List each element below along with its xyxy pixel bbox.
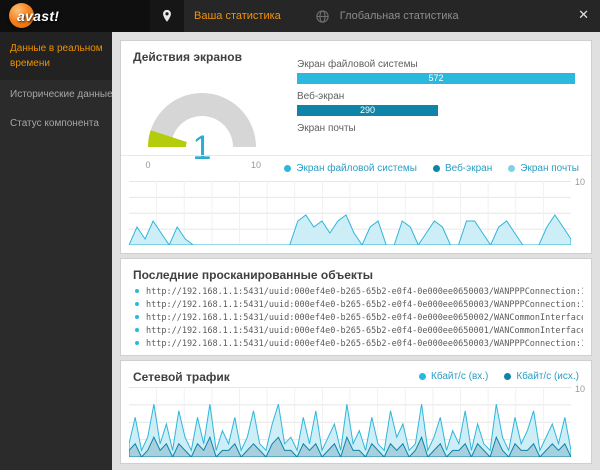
- scanned-object-item: http://192.168.1.1:5431/uuid:000ef4e0-b2…: [135, 312, 583, 325]
- screen-bars: Экран файловой системы 572 Веб-экран 290 Экр…: [297, 59, 575, 141]
- scanned-object-item: http://192.168.1.1:5431/uuid:000ef4e0-b2…: [135, 325, 583, 338]
- screen-bar-row: Экран почты: [297, 123, 575, 134]
- screen-bar-label: Веб-экран: [297, 91, 345, 102]
- screens-activity-chart: [129, 181, 571, 245]
- scanned-object-item: http://192.168.1.1:5431/uuid:000ef4e0-b2…: [135, 286, 583, 299]
- screens-chart-axis-max: 10: [574, 177, 585, 187]
- sidebar-item-component-status[interactable]: Статус компонента: [0, 109, 112, 138]
- screen-bar-row: Экран файловой системы 572: [297, 59, 575, 84]
- scanned-objects-list: http://192.168.1.1:5431/uuid:000ef4e0-b2…: [135, 286, 583, 351]
- sidebar: Данные в реальном времени Исторические д…: [0, 32, 113, 470]
- bullet-icon: [135, 328, 139, 332]
- legend-dot-icon: [419, 373, 426, 380]
- location-pin-icon: [150, 0, 184, 32]
- network-traffic-title: Сетевой трафик: [133, 370, 230, 384]
- title-bar: avast! Ваша статистика Глобальная статис…: [0, 0, 600, 32]
- tab-bar: Ваша статистика Глобальная статистика: [150, 0, 600, 32]
- traffic-chart-axis-max: 10: [574, 384, 585, 394]
- avast-logo-text: avast!: [17, 8, 60, 24]
- gauge-max-label: 10: [251, 160, 261, 170]
- card-divider: [121, 155, 591, 156]
- gauge-min-label: 0: [145, 160, 150, 170]
- network-traffic-card: Сетевой трафик Кбайт/с (вх.) Кбайт/с (исх…: [120, 360, 592, 464]
- scanned-object-url: http://192.168.1.1:5431/uuid:000ef4e0-b2…: [146, 300, 583, 310]
- legend-label: Веб-экран: [444, 163, 493, 174]
- main-content: Действия экранов 1 0 10 Экран файловой с…: [112, 32, 600, 470]
- legend-item: Веб-экран: [432, 163, 493, 174]
- sidebar-item-realtime-data[interactable]: Данные в реальном времени: [0, 32, 112, 80]
- tab-label: Ваша статистика: [194, 10, 281, 22]
- gauge-value: 1: [193, 129, 212, 167]
- screens-legend: Экран файловой системы Веб-экран Экран поч…: [284, 163, 579, 174]
- screen-bar: 290: [297, 105, 438, 116]
- legend-label: Кбайт/с (вх.): [431, 371, 489, 382]
- screen-bar-value: 290: [359, 105, 375, 115]
- screen-bar-value: 572: [428, 73, 444, 83]
- legend-item: Кбайт/с (исх.): [504, 371, 579, 382]
- legend-label: Экран почты: [520, 163, 579, 174]
- legend-dot-icon: [504, 373, 512, 380]
- legend-label: Экран файловой системы: [296, 163, 417, 174]
- legend-item: Экран файловой системы: [284, 163, 417, 174]
- scanned-object-item: http://192.168.1.1:5431/uuid:000ef4e0-b2…: [135, 338, 583, 351]
- screen-bar-label: Экран почты: [297, 123, 356, 134]
- bullet-icon: [135, 302, 139, 306]
- bullet-icon: [135, 289, 139, 293]
- avast-statistics-window: avast! Ваша статистика Глобальная статис…: [0, 0, 600, 470]
- screen-bar-label: Экран файловой системы: [297, 59, 418, 70]
- legend-dot-icon: [508, 165, 516, 172]
- legend-item: Экран почты: [508, 163, 579, 174]
- bullet-icon: [135, 341, 139, 345]
- scanned-object-url: http://192.168.1.1:5431/uuid:000ef4e0-b2…: [146, 287, 583, 297]
- scanned-object-url: http://192.168.1.1:5431/uuid:000ef4e0-b2…: [146, 326, 583, 336]
- bullet-icon: [135, 315, 139, 319]
- globe-icon: [315, 9, 330, 24]
- legend-dot-icon: [432, 165, 440, 172]
- traffic-legend: Кбайт/с (вх.) Кбайт/с (исх.): [419, 371, 579, 382]
- screen-bar-row: Веб-экран 290: [297, 91, 575, 116]
- sidebar-item-historical-data[interactable]: Исторические данные: [0, 80, 113, 109]
- scanned-objects-title: Последние просканированные объекты: [133, 268, 374, 282]
- screen-actions-card: Действия экранов 1 0 10 Экран файловой с…: [120, 40, 592, 254]
- screen-actions-title: Действия экранов: [133, 50, 242, 64]
- close-icon[interactable]: ✕: [578, 8, 589, 21]
- screen-bar: 572: [297, 73, 575, 84]
- scanned-objects-card: Последние просканированные объекты http:…: [120, 258, 592, 356]
- legend-label: Кбайт/с (исх.): [516, 371, 579, 382]
- scanned-object-url: http://192.168.1.1:5431/uuid:000ef4e0-b2…: [146, 313, 583, 323]
- legend-dot-icon: [284, 165, 292, 172]
- tab-label: Глобальная статистика: [339, 10, 459, 22]
- traffic-chart: [129, 387, 571, 457]
- legend-item: Кбайт/с (вх.): [419, 371, 488, 382]
- tab-global-statistics[interactable]: Глобальная статистика: [299, 0, 477, 32]
- scanned-object-url: http://192.168.1.1:5431/uuid:000ef4e0-b2…: [146, 339, 583, 349]
- scanned-object-item: http://192.168.1.1:5431/uuid:000ef4e0-b2…: [135, 299, 583, 312]
- tab-your-statistics[interactable]: Ваша статистика: [150, 0, 299, 32]
